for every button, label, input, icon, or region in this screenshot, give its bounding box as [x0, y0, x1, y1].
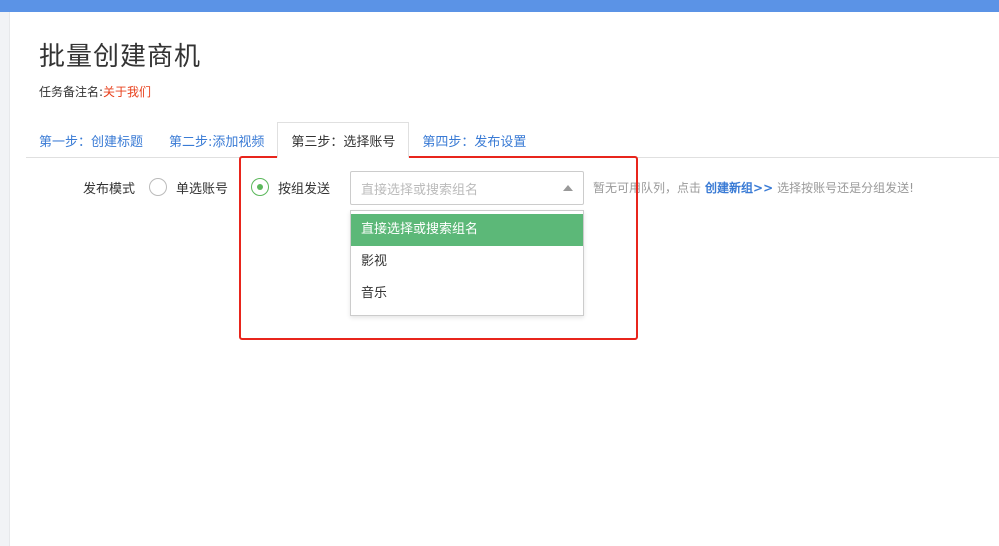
radio-checked-icon[interactable] [251, 178, 270, 196]
left-sidebar-strip [0, 12, 10, 546]
tab-step-3[interactable]: 第三步：选择账号 [277, 122, 410, 158]
dropdown-option[interactable]: 直接选择或搜索组名 [351, 214, 583, 246]
publish-mode-row: 发布模式 单选账号 按组发送 [83, 176, 330, 198]
top-bar [0, 0, 999, 12]
group-select[interactable]: 直接选择或搜索组名 [350, 171, 584, 205]
hint-prefix: 暂无可用队列，点击 [593, 181, 702, 195]
caret-up-icon[interactable] [563, 185, 573, 191]
step-tabs: 第一步：创建标题 第二步:添加视频 第三步：选择账号 第四步：发布设置 [26, 122, 539, 158]
radio-circle-icon[interactable] [149, 178, 168, 196]
page-title: 批量创建商机 [39, 42, 202, 72]
create-group-link[interactable]: 创建新组>> [705, 181, 773, 195]
task-remark: 任务备注名:关于我们 [39, 83, 151, 100]
radio-group-send[interactable]: 按组发送 [251, 178, 330, 197]
tab-step-1[interactable]: 第一步：创建标题 [26, 123, 156, 158]
group-dropdown: 直接选择或搜索组名 影视 音乐 [350, 210, 584, 316]
radio-single-account[interactable]: 单选账号 [149, 178, 228, 197]
tab-step-2[interactable]: 第二步:添加视频 [156, 123, 277, 158]
queue-hint: 暂无可用队列，点击 创建新组>> 选择按账号还是分组发送! [593, 179, 914, 196]
radio-label: 按组发送 [278, 181, 331, 197]
dropdown-option[interactable]: 影视 [351, 246, 583, 278]
radio-label: 单选账号 [176, 181, 229, 197]
task-remark-label: 任务备注名: [39, 85, 104, 99]
task-remark-value: 关于我们 [103, 85, 152, 99]
tab-step-4[interactable]: 第四步：发布设置 [409, 123, 539, 158]
publish-mode-label: 发布模式 [83, 181, 136, 197]
dropdown-option[interactable]: 音乐 [351, 278, 583, 310]
group-select-placeholder: 直接选择或搜索组名 [361, 182, 479, 198]
hint-suffix: 选择按账号还是分组发送! [777, 181, 914, 195]
